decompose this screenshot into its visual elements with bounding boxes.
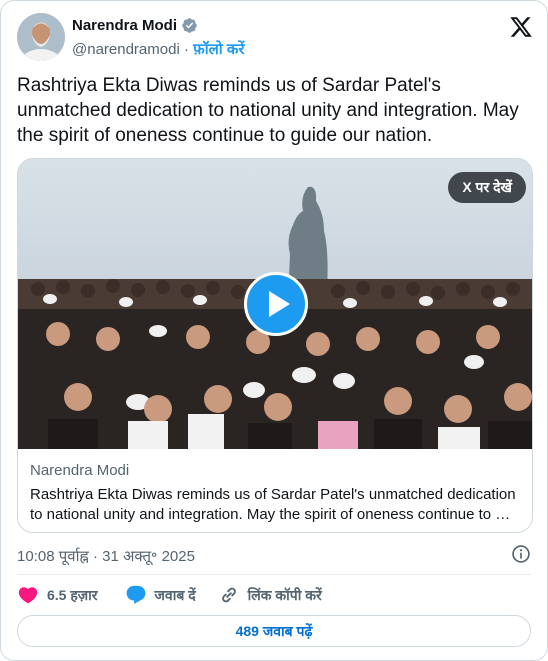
divider [17,574,531,575]
watch-on-x-button[interactable]: X पर देखें [448,172,526,203]
card-preview: Narendra Modi Rashtriya Ekta Diwas remin… [30,461,520,525]
meta-row: 10:08 पूर्वाह्न · 31 अक्तू॰ 2025 [17,544,531,566]
copy-link-label: लिंक कॉपी करें [247,586,322,603]
reply-button[interactable]: जवाब दें [125,584,196,606]
video-card[interactable]: X पर देखें Narendra Modi Rashtriya Ekta … [17,158,533,533]
avatar[interactable] [17,13,65,61]
reply-label: जवाब दें [154,586,196,603]
copy-link-button[interactable]: लिंक कॉपी करें [218,584,322,606]
timestamp[interactable]: 10:08 पूर्वाह्न · 31 अक्तू॰ 2025 [17,546,195,566]
link-icon [218,584,240,606]
info-icon[interactable] [511,544,531,564]
separator-dot: · [179,41,194,58]
author-handle[interactable]: @narendramodi [72,41,180,58]
like-button[interactable]: 6.5 हज़ार [17,584,98,606]
action-bar: 6.5 हज़ार जवाब दें लिंक कॉपी करें [17,584,531,606]
author-handle-row: @narendramodi · फ़ॉलो करें [72,39,244,59]
x-logo-icon[interactable] [509,15,533,39]
comment-bubble-icon [125,584,147,606]
play-icon[interactable] [244,272,308,336]
verified-badge-icon [181,17,198,34]
video-thumbnail[interactable]: X पर देखें [18,159,532,449]
tweet-text: Rashtriya Ekta Diwas reminds us of Sarda… [17,75,519,146]
heart-icon [17,584,39,606]
card-text: Rashtriya Ekta Diwas reminds us of Sarda… [30,486,516,523]
tweet-embed-card: Narendra Modi @narendramodi · फ़ॉलो करें… [0,0,548,661]
like-count: 6.5 हज़ार [47,586,98,603]
author-name-row: Narendra Modi [72,17,198,34]
read-replies-button[interactable]: 489 जवाब पढ़ें [17,615,531,647]
follow-button[interactable]: फ़ॉलो करें [193,41,244,58]
card-author: Narendra Modi [30,462,130,479]
tweet-header: Narendra Modi @narendramodi · फ़ॉलो करें [17,13,533,65]
author-name[interactable]: Narendra Modi [72,17,177,34]
